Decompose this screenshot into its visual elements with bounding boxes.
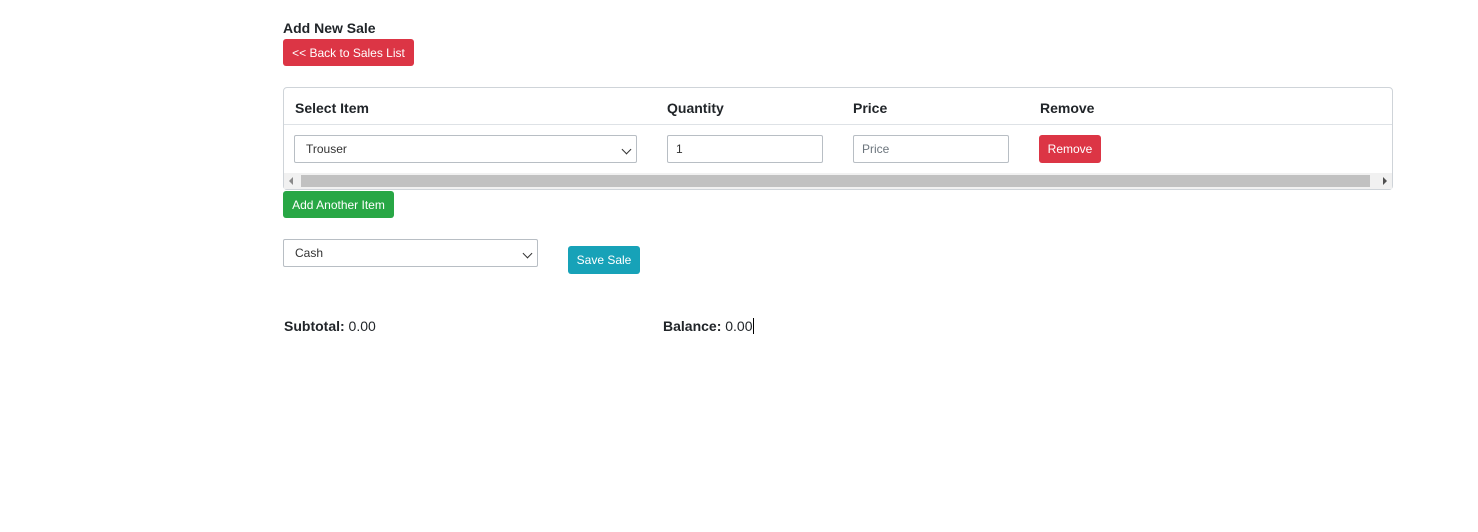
add-another-item-button[interactable]: Add Another Item — [283, 191, 394, 218]
table-horizontal-scrollbar[interactable] — [284, 173, 1392, 189]
subtotal-summary: Subtotal: 0.00 — [284, 318, 376, 335]
subtotal-value: 0.00 — [348, 318, 376, 334]
text-cursor — [752, 318, 754, 334]
scroll-left-arrow-icon[interactable] — [289, 177, 293, 185]
scroll-right-arrow-icon[interactable] — [1383, 177, 1387, 185]
balance-value: 0.00 — [725, 318, 753, 334]
chevron-down-icon — [621, 144, 632, 155]
column-header-quantity: Quantity — [667, 100, 724, 116]
remove-item-button[interactable]: Remove — [1039, 135, 1101, 163]
back-to-sales-list-button[interactable]: << Back to Sales List — [283, 39, 414, 66]
balance-label: Balance: — [663, 318, 722, 334]
item-select[interactable]: Trouser — [294, 135, 637, 163]
save-sale-button[interactable]: Save Sale — [568, 246, 640, 274]
balance-summary: Balance: 0.00 — [663, 318, 754, 335]
payment-method-select[interactable]: Cash — [283, 239, 538, 267]
item-select-value: Trouser — [306, 142, 347, 156]
subtotal-label: Subtotal: — [284, 318, 345, 334]
scrollbar-thumb[interactable] — [301, 175, 1370, 187]
page-title: Add New Sale — [283, 20, 376, 36]
column-header-select-item: Select Item — [295, 100, 369, 116]
payment-method-value: Cash — [295, 246, 324, 260]
table-header-divider — [284, 124, 1392, 125]
column-header-price: Price — [853, 100, 888, 116]
chevron-down-icon — [522, 248, 533, 259]
column-header-remove: Remove — [1040, 100, 1095, 116]
price-input[interactable]: Price — [853, 135, 1009, 163]
quantity-input[interactable]: 1 — [667, 135, 823, 163]
add-sale-page: Add New Sale << Back to Sales List Selec… — [0, 0, 1478, 532]
